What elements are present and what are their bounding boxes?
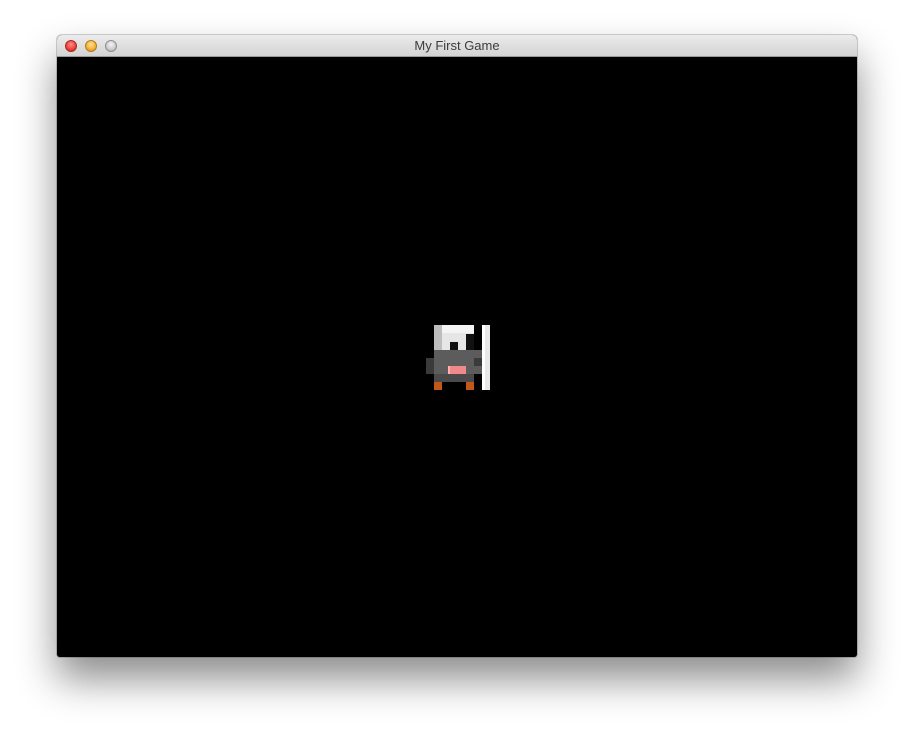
eye bbox=[450, 342, 458, 350]
player-sprite bbox=[426, 325, 490, 390]
title-bar[interactable]: My First Game bbox=[57, 35, 857, 57]
game-window: My First Game bbox=[57, 35, 857, 657]
game-canvas[interactable] bbox=[57, 57, 857, 657]
right-boot bbox=[466, 382, 474, 390]
face-patch bbox=[450, 366, 466, 374]
window-title: My First Game bbox=[414, 38, 500, 53]
left-boot bbox=[434, 382, 442, 390]
